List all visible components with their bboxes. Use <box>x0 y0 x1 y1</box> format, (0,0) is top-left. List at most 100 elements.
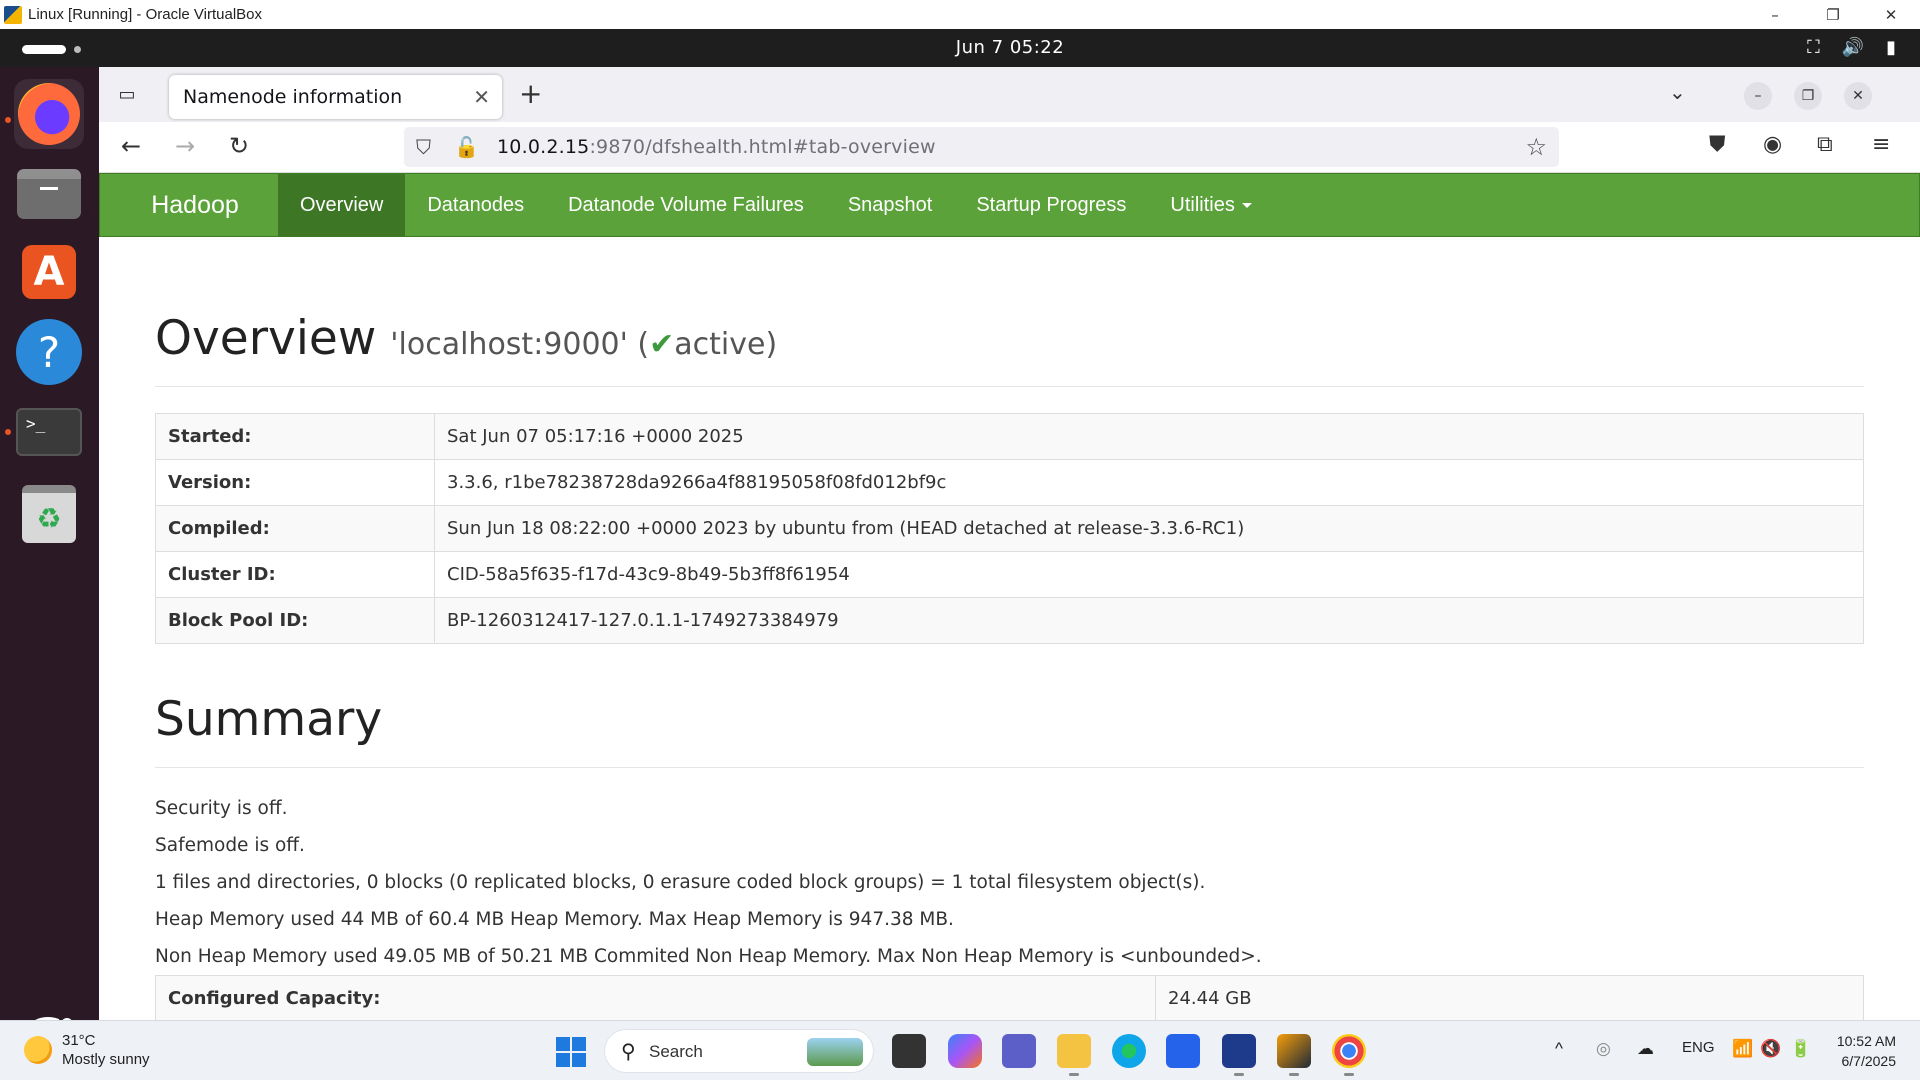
ubuntu-dock: A ? >_ ♻ <box>0 67 99 1073</box>
dock-help[interactable]: ? <box>14 317 84 387</box>
pocket-icon[interactable]: ⛊ <box>1709 132 1726 157</box>
taskbar-clock[interactable]: 10:52 AM 6/7/2025 <box>1837 1031 1896 1071</box>
dock-files[interactable] <box>14 159 84 229</box>
search-label: Search <box>649 1042 703 1061</box>
battery-icon: ▮ <box>1886 37 1896 58</box>
close-icon[interactable]: ✕ <box>1862 0 1920 29</box>
nav-snapshot[interactable]: Snapshot <box>826 174 955 236</box>
summary-text: Security is off. Safemode is off. 1 file… <box>155 790 1864 975</box>
wifi-icon[interactable]: 📶 <box>1732 1039 1753 1059</box>
menu-icon[interactable]: ≡ <box>1872 132 1890 157</box>
row-key: Started: <box>155 413 435 460</box>
taskbar-search[interactable]: ⚲ Search <box>604 1029 874 1073</box>
virtualbox-taskbar-icon[interactable] <box>1222 1034 1256 1068</box>
search-icon: ⚲ <box>621 1041 636 1063</box>
running-indicator <box>5 429 11 435</box>
tab-list-icon[interactable]: ▭ <box>113 81 141 107</box>
firefox-window: ▭ Namenode information ✕ + ⌄ – ❐ ✕ ← → ↻… <box>99 67 1920 1020</box>
dock-firefox[interactable] <box>14 79 84 149</box>
close-window-button[interactable]: ✕ <box>1844 82 1872 110</box>
table-row: Started: Sat Jun 07 05:17:16 +0000 2025 <box>155 413 1864 460</box>
insecure-lock-icon[interactable]: 🔓 <box>454 135 479 159</box>
store-icon[interactable] <box>1166 1034 1200 1068</box>
overview-table: Started: Sat Jun 07 05:17:16 +0000 2025 V… <box>155 413 1864 644</box>
url-path: :9870/dfshealth.html#tab-overview <box>589 136 936 158</box>
restore-icon[interactable]: ❐ <box>1804 0 1862 29</box>
summary-line: Non Heap Memory used 49.05 MB of 50.21 M… <box>155 946 1262 967</box>
chevron-down-icon[interactable]: ⌄ <box>1669 80 1686 104</box>
chrome-icon[interactable] <box>1332 1034 1366 1068</box>
terminal-icon: >_ <box>16 408 82 456</box>
summary-line: Safemode is off. <box>155 835 305 856</box>
row-key: Block Pool ID: <box>155 597 435 644</box>
virtualbox-titlebar: Linux [Running] - Oracle VirtualBox – ❐ … <box>0 0 1920 29</box>
main-content: Overview 'localhost:9000' (✔active) Star… <box>155 237 1864 1020</box>
language-indicator[interactable]: ENG <box>1682 1039 1715 1056</box>
table-row: Configured Capacity: 24.44 GB <box>155 975 1864 1020</box>
forward-button[interactable]: → <box>175 132 195 160</box>
tab-namenode-information[interactable]: Namenode information ✕ <box>169 75 502 119</box>
page-title: Overview <box>155 311 377 366</box>
file-explorer-icon[interactable] <box>1057 1034 1091 1068</box>
files-icon <box>17 169 81 219</box>
capacity-table: Configured Capacity: 24.44 GB <box>155 975 1864 1020</box>
tracking-shield-icon[interactable]: ⛉ <box>416 135 431 159</box>
task-view-icon[interactable] <box>892 1034 926 1068</box>
url-host: 10.0.2.15 <box>497 136 590 158</box>
firefox-icon <box>18 83 80 145</box>
minimize-icon[interactable]: – <box>1746 0 1804 29</box>
back-button[interactable]: ← <box>121 132 141 160</box>
clock-time: 10:52 AM <box>1836 1033 1896 1049</box>
close-tab-icon[interactable]: ✕ <box>473 85 490 109</box>
tab-title: Namenode information <box>183 86 403 108</box>
table-row: Cluster ID: CID-58a5f635-f17d-43c9-8b49-5… <box>155 551 1864 598</box>
tray-app-icon[interactable]: ◎ <box>1596 1039 1611 1059</box>
edge-icon[interactable] <box>1112 1034 1146 1068</box>
account-icon[interactable]: ◉ <box>1763 132 1782 157</box>
hadoop-brand-link[interactable]: Hadoop <box>100 174 278 236</box>
mute-icon[interactable]: 🔇 <box>1760 1039 1781 1059</box>
app-icon[interactable] <box>1277 1034 1311 1068</box>
nav-overview[interactable]: Overview <box>278 174 406 236</box>
nav-startup-progress[interactable]: Startup Progress <box>954 174 1148 236</box>
dock-app-center[interactable]: A <box>14 237 84 307</box>
nav-datanodes[interactable]: Datanodes <box>405 174 546 236</box>
overview-heading: Overview 'localhost:9000' (✔active) <box>155 311 1864 387</box>
url-bar[interactable]: ⛉ 🔓 10.0.2.15:9870/dfshealth.html#tab-ov… <box>404 127 1559 167</box>
running-indicator <box>1234 1073 1244 1076</box>
nav-utilities[interactable]: Utilities <box>1148 174 1273 236</box>
row-value: CID-58a5f635-f17d-43c9-8b49-5b3ff8f61954 <box>434 551 1864 598</box>
hadoop-navbar: Hadoop Overview Datanodes Datanode Volum… <box>99 173 1920 237</box>
new-tab-button[interactable]: + <box>519 77 542 110</box>
row-value: 24.44 GB <box>1155 975 1864 1020</box>
namenode-status: 'localhost:9000' (✔active) <box>390 327 777 362</box>
teams-icon[interactable] <box>1002 1034 1036 1068</box>
temperature: 31°C <box>62 1032 96 1049</box>
onedrive-icon[interactable]: ☁ <box>1637 1039 1654 1059</box>
restore-window-button[interactable]: ❐ <box>1794 82 1822 110</box>
battery-icon[interactable]: 🔋 <box>1790 1039 1811 1059</box>
nav-datanode-volume-failures[interactable]: Datanode Volume Failures <box>546 174 826 236</box>
start-button[interactable] <box>556 1037 586 1067</box>
summary-heading: Summary <box>155 692 1864 768</box>
summary-line: 1 files and directories, 0 blocks (0 rep… <box>155 872 1206 893</box>
copilot-icon[interactable] <box>948 1034 982 1068</box>
minimize-window-button[interactable]: – <box>1744 82 1772 110</box>
reload-button[interactable]: ↻ <box>229 132 249 160</box>
dock-trash[interactable]: ♻ <box>14 479 84 549</box>
nav-utilities-label: Utilities <box>1170 193 1235 216</box>
table-row: Block Pool ID: BP-1260312417-127.0.1.1-17… <box>155 597 1864 644</box>
bookmark-star-icon[interactable]: ☆ <box>1525 133 1547 161</box>
tab-bar: ▭ Namenode information ✕ + ⌄ – ❐ ✕ <box>99 67 1920 122</box>
extensions-icon[interactable]: ⧉ <box>1817 132 1833 157</box>
chevron-up-icon[interactable]: ^ <box>1555 1039 1563 1059</box>
caret-down-icon <box>1241 202 1252 208</box>
sun-icon <box>24 1036 52 1064</box>
weather-widget[interactable]: 31°C Mostly sunny <box>24 1031 150 1069</box>
dock-terminal[interactable]: >_ <box>14 397 84 467</box>
url-text[interactable]: 10.0.2.15:9870/dfshealth.html#tab-overvi… <box>497 136 936 158</box>
system-tray[interactable]: ⛶ 🔊 ▮ <box>1807 37 1896 58</box>
top-bar-clock[interactable]: Jun 7 05:22 <box>0 37 1920 58</box>
running-indicator <box>1069 1073 1079 1076</box>
namenode-state: active) <box>674 327 778 362</box>
